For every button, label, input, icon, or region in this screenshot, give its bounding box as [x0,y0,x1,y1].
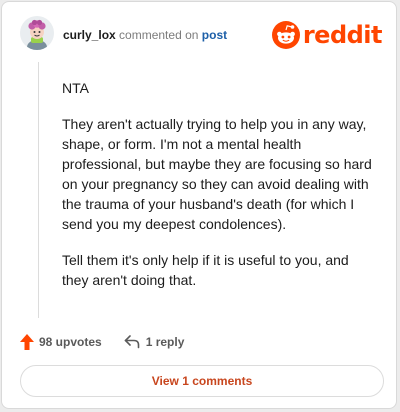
upvote-button[interactable]: 98 upvotes [20,334,102,350]
user-avatar-icon[interactable] [20,16,54,50]
comment-byline: curly_lox commented on post [63,28,227,42]
upvote-arrow-icon [20,334,34,350]
comment-paragraph: They aren't actually trying to help you … [62,116,372,232]
comment-paragraph: NTA [62,80,89,96]
reddit-logo[interactable]: reddit [271,20,383,50]
reply-arrow-icon [124,335,140,349]
reddit-wordmark: reddit [302,21,383,49]
username-link[interactable]: curly_lox [63,28,116,42]
comment-header: curly_lox commented on post reddit [2,2,396,66]
comment-body: NTA They aren't actually trying to help … [62,78,378,306]
reddit-alien-icon [271,21,300,49]
byline-verb: commented on [119,28,199,42]
reply-button[interactable]: 1 reply [124,335,185,349]
reply-count: 1 reply [145,335,185,349]
view-comments-button[interactable]: View 1 comments [20,365,384,397]
comment-paragraph: Tell them it's only help if it is useful… [62,252,349,288]
comment-actions: 98 upvotes 1 reply [20,332,184,352]
post-link[interactable]: post [202,28,227,42]
comment-card: curly_lox commented on post reddit NTA T… [1,1,397,409]
upvote-count: 98 upvotes [39,335,102,349]
thread-line [38,62,39,318]
